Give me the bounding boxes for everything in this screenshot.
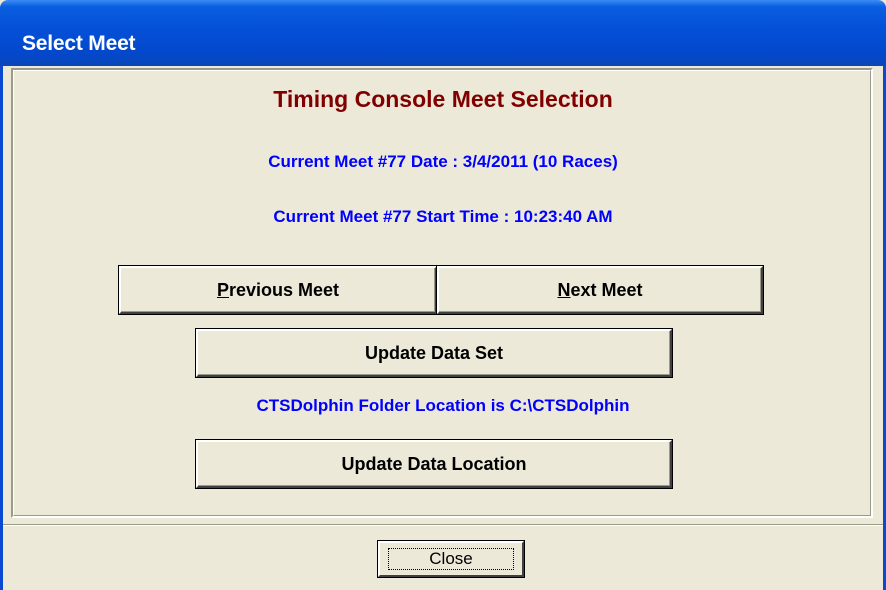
- update-data-location-button[interactable]: Update Data Location: [196, 440, 672, 488]
- dialog-client-area: Timing Console Meet Selection Current Me…: [3, 66, 883, 590]
- update-data-set-label: Update Data Set: [364, 343, 504, 363]
- folder-location-text: CTSDolphin Folder Location is C:\CTSDolp…: [256, 396, 630, 415]
- next-meet-accel: N: [557, 280, 571, 300]
- dialog-heading: Timing Console Meet Selection: [273, 86, 613, 112]
- update-data-location-label: Update Data Location: [341, 454, 527, 474]
- current-meet-date-text: Current Meet #77 Date : 3/4/2011 (10 Rac…: [268, 152, 618, 171]
- close-button-label: Close: [429, 549, 473, 568]
- current-meet-start-time-text: Current Meet #77 Start Time : 10:23:40 A…: [273, 207, 613, 226]
- previous-meet-button[interactable]: Previous Meet: [119, 266, 437, 314]
- next-meet-label: ext Meet: [570, 280, 643, 300]
- select-meet-dialog: Select Meet Timing Console Meet Selectio…: [0, 0, 886, 590]
- footer-separator: [3, 524, 883, 526]
- update-data-set-button[interactable]: Update Data Set: [196, 329, 672, 377]
- close-button[interactable]: Close: [378, 541, 524, 577]
- window-title: Select Meet: [22, 32, 136, 55]
- title-bar[interactable]: Select Meet: [0, 0, 886, 66]
- previous-meet-label: revious Meet: [228, 280, 340, 300]
- next-meet-button[interactable]: Next Meet: [437, 266, 763, 314]
- previous-meet-accel: P: [216, 280, 229, 300]
